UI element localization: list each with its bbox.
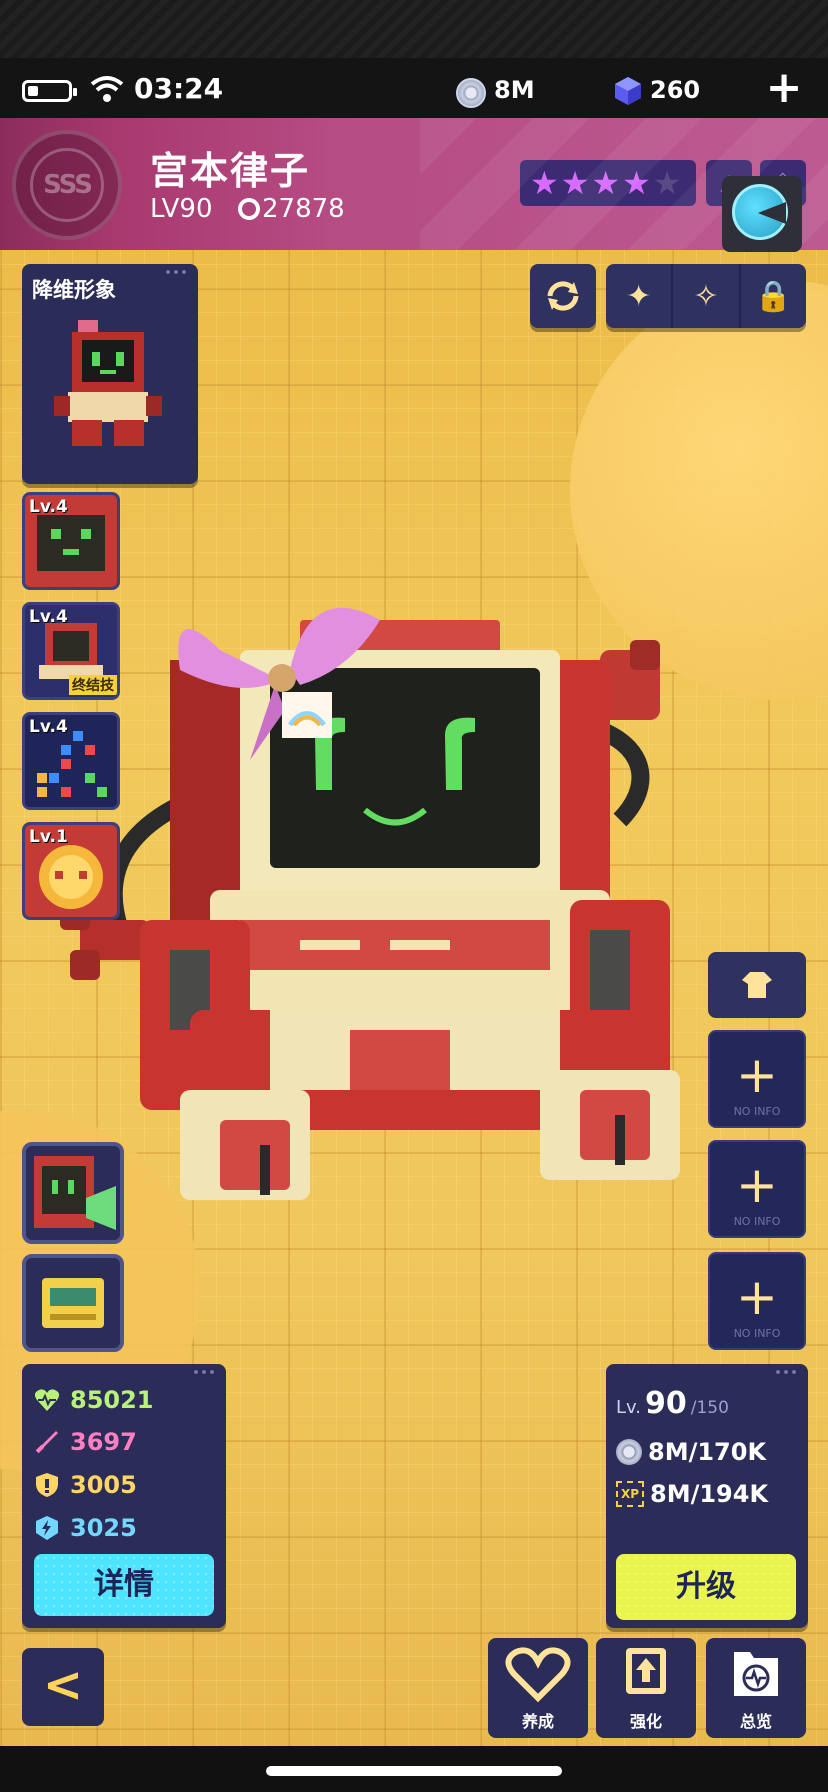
nav-overview[interactable]: 总览 bbox=[706, 1638, 806, 1738]
nav-overview-label: 总览 bbox=[739, 1712, 772, 1731]
skill-level: Lv.4 bbox=[29, 497, 68, 517]
gem-amount: 260 bbox=[650, 76, 701, 104]
back-button[interactable]: < bbox=[22, 1648, 104, 1726]
star-rating: ★ ★ ★ ★ ★ bbox=[520, 160, 696, 206]
add-icon: + bbox=[736, 1268, 778, 1326]
robot-character-illustration bbox=[60, 607, 680, 1200]
level-display: Lv. 90/150 bbox=[616, 1386, 729, 1421]
slot-status: NO INFO bbox=[733, 1215, 781, 1228]
stat-hp: 85021 bbox=[34, 1384, 154, 1416]
empty-module-slot-3[interactable]: + NO INFO bbox=[708, 1252, 806, 1350]
shirt-icon bbox=[742, 972, 772, 998]
chip-upgrade-icon bbox=[626, 1648, 666, 1694]
empty-module-slot-1[interactable]: + NO INFO bbox=[708, 1030, 806, 1128]
details-button[interactable]: 详情 bbox=[34, 1554, 214, 1616]
skill-level: Lv.4 bbox=[29, 607, 68, 627]
add-currency-button[interactable]: + bbox=[762, 66, 806, 112]
refresh-icon bbox=[547, 281, 579, 311]
coin-cost-row: 8M/170K bbox=[616, 1438, 766, 1466]
star-icon: ★ bbox=[622, 164, 651, 202]
stats-panel: 85021 3697 3005 3025 详情 bbox=[22, 1364, 226, 1628]
skill-slot-2[interactable]: Lv.4 终结技 bbox=[22, 602, 120, 700]
skill-slot-3[interactable]: Lv.4 bbox=[22, 712, 120, 810]
stat-defense-value: 3005 bbox=[70, 1471, 137, 1499]
stat-attack-value: 3697 bbox=[70, 1428, 137, 1456]
xp-cost-row: XP 8M/194K bbox=[616, 1480, 768, 1508]
stat-speed: 3025 bbox=[34, 1512, 137, 1544]
coin-cost: 8M/170K bbox=[648, 1438, 767, 1466]
slot-status: NO INFO bbox=[733, 1105, 781, 1118]
stat-attack: 3697 bbox=[34, 1426, 137, 1458]
top-border bbox=[0, 0, 828, 58]
star-icon: ★ bbox=[530, 164, 559, 202]
current-level: 90 bbox=[645, 1386, 687, 1421]
skill-slot-1[interactable]: Lv.4 bbox=[22, 492, 120, 590]
coin-icon bbox=[616, 1439, 642, 1465]
empty-module-slot-2[interactable]: + NO INFO bbox=[708, 1140, 806, 1238]
heart-pulse-icon bbox=[34, 1389, 60, 1411]
sparkle-multi-icon[interactable]: ✧ bbox=[673, 264, 741, 328]
add-icon: + bbox=[736, 1156, 778, 1214]
rank-label: SSS bbox=[30, 148, 104, 222]
wifi-icon bbox=[90, 76, 124, 102]
sword-icon bbox=[35, 1431, 58, 1454]
skill-slot-4[interactable]: Lv.1 bbox=[22, 822, 120, 920]
gem-icon bbox=[615, 77, 641, 105]
pixel-robot-sprite bbox=[54, 320, 162, 446]
status-bar: 03:24 8M 260 + bbox=[0, 58, 828, 118]
nav-enhance-label: 强化 bbox=[629, 1712, 662, 1731]
character-level: LV90 bbox=[150, 194, 213, 224]
coin-amount: 8M bbox=[494, 76, 535, 104]
add-icon: + bbox=[736, 1046, 778, 1104]
ultimate-tag: 终结技 bbox=[69, 675, 117, 695]
character-name: 宫本律子 bbox=[150, 149, 311, 193]
character-header: SSS 宫本律子 LV90 27878 ★ ★ ★ ★ ★ ▲ ⇧ bbox=[0, 118, 828, 250]
sparkle-single-icon[interactable]: ✦ bbox=[606, 264, 674, 328]
skill-level: Lv.4 bbox=[29, 717, 68, 737]
clock-time: 03:24 bbox=[134, 72, 224, 105]
equipment-slot-weapon[interactable] bbox=[22, 1142, 124, 1244]
level-prefix: Lv. bbox=[616, 1397, 642, 1418]
lock-icon[interactable]: 🔒 bbox=[741, 264, 806, 328]
slot-status: NO INFO bbox=[733, 1327, 781, 1340]
stat-defense: 3005 bbox=[34, 1469, 137, 1501]
xp-icon: XP bbox=[616, 1481, 644, 1507]
home-indicator[interactable] bbox=[266, 1766, 562, 1776]
battery-icon bbox=[22, 80, 77, 102]
folder-pulse-icon bbox=[734, 1652, 778, 1696]
stat-hp-value: 85021 bbox=[70, 1386, 154, 1414]
star-icon: ★ bbox=[591, 164, 621, 202]
coin-icon bbox=[456, 78, 486, 108]
power-icon bbox=[238, 198, 260, 220]
equipment-slot-cartridge[interactable] bbox=[22, 1254, 124, 1352]
lightning-shield-icon bbox=[36, 1516, 58, 1540]
nav-cultivate-label: 养成 bbox=[521, 1712, 554, 1731]
game-cartridge-icon bbox=[42, 1278, 104, 1328]
nav-enhance[interactable]: 强化 bbox=[596, 1638, 696, 1738]
chat-avatar-button[interactable] bbox=[722, 176, 802, 252]
star-icon: ★ bbox=[560, 164, 590, 202]
character-power: 27878 bbox=[262, 194, 345, 224]
upgrade-button[interactable]: 升级 bbox=[616, 1554, 796, 1620]
star-empty-icon: ★ bbox=[652, 164, 682, 202]
level-panel: Lv. 90/150 8M/170K XP 8M/194K 升级 bbox=[606, 1364, 808, 1628]
robot-blaster-equipment-icon bbox=[34, 1156, 116, 1230]
heart-icon bbox=[505, 1647, 571, 1703]
stat-speed-value: 3025 bbox=[70, 1514, 137, 1542]
shield-icon bbox=[36, 1473, 58, 1497]
max-level: /150 bbox=[690, 1398, 729, 1418]
skin-panel-title: 降维形象 bbox=[32, 278, 116, 302]
rank-badge: SSS bbox=[12, 130, 122, 240]
skill-level: Lv.1 bbox=[29, 827, 68, 847]
downgrade-skin-panel[interactable]: 降维形象 bbox=[22, 264, 198, 484]
nav-cultivate[interactable]: 养成 bbox=[488, 1638, 588, 1738]
xp-cost: 8M/194K bbox=[650, 1480, 769, 1508]
rotate-view-button[interactable] bbox=[530, 264, 596, 328]
outfit-button[interactable] bbox=[708, 952, 806, 1018]
view-controls: ✦ ✧ 🔒 bbox=[606, 264, 806, 328]
